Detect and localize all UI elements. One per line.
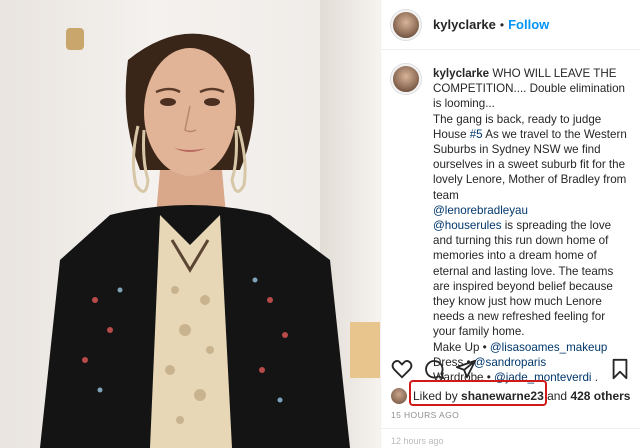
share-icon[interactable] xyxy=(455,358,477,380)
post-header: kylyclarke • Follow xyxy=(381,0,640,50)
mention-makeup[interactable]: @lisasoames_makeup xyxy=(490,341,607,354)
comment-divider xyxy=(381,428,640,429)
follow-button[interactable]: Follow xyxy=(508,17,549,32)
post-side-panel: kylyclarke • Follow kylyclarke WHO WILL … xyxy=(380,0,640,448)
liker-avatar[interactable] xyxy=(391,388,407,404)
likes-summary: Liked by shanewarne23 and 428 others xyxy=(391,386,636,406)
author-avatar[interactable] xyxy=(391,9,421,40)
likes-others-count[interactable]: 428 others xyxy=(570,389,630,403)
like-heart-icon[interactable] xyxy=(391,358,413,380)
partial-text-hint: 12 hours ago xyxy=(391,436,444,446)
mention-houserules[interactable]: @houserules xyxy=(433,219,502,232)
mention-lenorebradleyau[interactable]: @lenorebradleyau xyxy=(433,204,528,217)
post-caption: kylyclarke WHO WILL LEAVE THE COMPETITIO… xyxy=(381,50,640,385)
bookmark-icon[interactable] xyxy=(609,358,631,380)
caption-username[interactable]: kylyclarke xyxy=(433,67,489,80)
hashtag-house5[interactable]: #5 xyxy=(470,128,483,141)
comment-icon[interactable] xyxy=(423,358,445,380)
post-actions xyxy=(391,358,631,380)
likes-prefix: Liked by xyxy=(413,389,462,403)
author-username[interactable]: kylyclarke xyxy=(433,17,496,32)
header-separator: • xyxy=(499,17,505,32)
portrait-figure xyxy=(40,33,350,448)
liker-username[interactable]: shanewarne23 xyxy=(461,389,544,403)
likes-middle: and xyxy=(543,389,571,403)
caption-paragraph-3: is spreading the love and turning this r… xyxy=(433,219,614,339)
post-photo[interactable] xyxy=(0,0,380,448)
makeup-label: Make Up • xyxy=(433,340,490,354)
caption-avatar[interactable] xyxy=(391,64,421,94)
post-timestamp[interactable]: 15 HOURS AGO xyxy=(391,410,459,420)
caption-text: kylyclarke WHO WILL LEAVE THE COMPETITIO… xyxy=(433,66,630,385)
